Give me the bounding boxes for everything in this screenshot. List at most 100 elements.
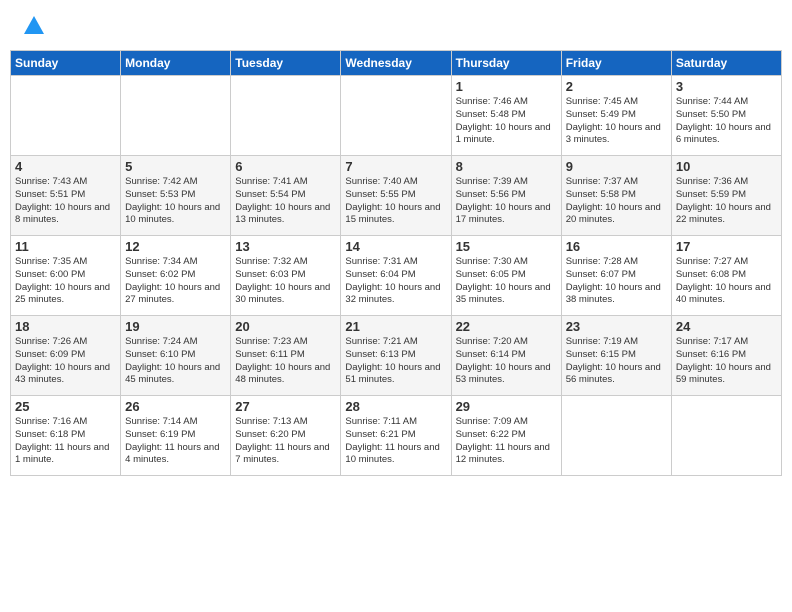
calendar-week-row: 18 Sunrise: 7:26 AM Sunset: 6:09 PM Dayli… [11,316,782,396]
calendar-cell [121,76,231,156]
calendar-cell: 17Sunrise: 7:27 AM Sunset: 6:08 PM Dayli… [671,236,781,316]
calendar-cell: 24 Sunrise: 7:17 AM Sunset: 6:16 PM Dayli… [671,316,781,396]
calendar-cell: 4Sunrise: 7:43 AM Sunset: 5:51 PM Daylig… [11,156,121,236]
day-info: Sunrise: 7:40 AM Sunset: 5:55 PM Dayligh… [345,176,446,227]
day-number: 26 [125,399,226,414]
day-info: Sunrise: 7:09 AM Sunset: 6:22 PM Dayligh… [456,416,557,467]
calendar-cell: 2 Sunrise: 7:45 AM Sunset: 5:49 PM Daylig… [561,76,671,156]
day-info: Sunrise: 7:30 AM Sunset: 6:05 PM Dayligh… [456,256,557,307]
day-number: 3 [676,79,777,94]
page-header [10,10,782,42]
calendar-cell: 13 Sunrise: 7:32 AM Sunset: 6:03 PM Dayli… [231,236,341,316]
calendar-cell: 7Sunrise: 7:40 AM Sunset: 5:55 PM Daylig… [341,156,451,236]
calendar-cell: 6 Sunrise: 7:41 AM Sunset: 5:54 PM Daylig… [231,156,341,236]
calendar-cell: 21 Sunrise: 7:21 AM Sunset: 6:13 PM Dayli… [341,316,451,396]
day-number: 9 [566,159,667,174]
day-info: Sunrise: 7:34 AM Sunset: 6:02 PM Dayligh… [125,256,226,307]
day-number: 14 [345,239,446,254]
calendar-week-row: 11 Sunrise: 7:35 AM Sunset: 6:00 PM Dayli… [11,236,782,316]
day-number: 12 [125,239,226,254]
calendar-cell: 23 Sunrise: 7:19 AM Sunset: 6:15 PM Dayli… [561,316,671,396]
day-info: Sunrise: 7:32 AM Sunset: 6:03 PM Dayligh… [235,256,336,307]
day-info: Sunrise: 7:17 AM Sunset: 6:16 PM Dayligh… [676,336,777,387]
day-number: 28 [345,399,446,414]
calendar-week-row: 1 Sunrise: 7:46 AM Sunset: 5:48 PM Daylig… [11,76,782,156]
calendar-cell: 18 Sunrise: 7:26 AM Sunset: 6:09 PM Dayli… [11,316,121,396]
day-number: 24 [676,319,777,334]
day-number: 22 [456,319,557,334]
calendar-cell: 27 Sunrise: 7:13 AM Sunset: 6:20 PM Dayli… [231,396,341,476]
calendar-cell: 12 Sunrise: 7:34 AM Sunset: 6:02 PM Dayli… [121,236,231,316]
calendar-cell: 11 Sunrise: 7:35 AM Sunset: 6:00 PM Dayli… [11,236,121,316]
day-number: 10 [676,159,777,174]
calendar-cell: 9Sunrise: 7:37 AM Sunset: 5:58 PM Daylig… [561,156,671,236]
day-number: 21 [345,319,446,334]
calendar-cell: 22 Sunrise: 7:20 AM Sunset: 6:14 PM Dayli… [451,316,561,396]
calendar-week-row: 25 Sunrise: 7:16 AM Sunset: 6:18 PM Dayli… [11,396,782,476]
calendar-cell: 1 Sunrise: 7:46 AM Sunset: 5:48 PM Daylig… [451,76,561,156]
calendar-cell: 25 Sunrise: 7:16 AM Sunset: 6:18 PM Dayli… [11,396,121,476]
calendar-cell: 20 Sunrise: 7:23 AM Sunset: 6:11 PM Dayli… [231,316,341,396]
day-of-week-header: Monday [121,51,231,76]
day-of-week-header: Saturday [671,51,781,76]
logo [18,14,46,38]
day-info: Sunrise: 7:11 AM Sunset: 6:21 PM Dayligh… [345,416,446,467]
calendar-cell: 16Sunrise: 7:28 AM Sunset: 6:07 PM Dayli… [561,236,671,316]
calendar-cell [671,396,781,476]
day-number: 2 [566,79,667,94]
calendar-cell: 28 Sunrise: 7:11 AM Sunset: 6:21 PM Dayli… [341,396,451,476]
day-info: Sunrise: 7:41 AM Sunset: 5:54 PM Dayligh… [235,176,336,227]
day-number: 5 [125,159,226,174]
day-info: Sunrise: 7:21 AM Sunset: 6:13 PM Dayligh… [345,336,446,387]
day-info: Sunrise: 7:14 AM Sunset: 6:19 PM Dayligh… [125,416,226,467]
calendar-cell: 3Sunrise: 7:44 AM Sunset: 5:50 PM Daylig… [671,76,781,156]
calendar-week-row: 4Sunrise: 7:43 AM Sunset: 5:51 PM Daylig… [11,156,782,236]
calendar-cell: 10 Sunrise: 7:36 AM Sunset: 5:59 PM Dayli… [671,156,781,236]
day-info: Sunrise: 7:39 AM Sunset: 5:56 PM Dayligh… [456,176,557,227]
day-info: Sunrise: 7:24 AM Sunset: 6:10 PM Dayligh… [125,336,226,387]
day-number: 25 [15,399,116,414]
day-info: Sunrise: 7:20 AM Sunset: 6:14 PM Dayligh… [456,336,557,387]
day-number: 18 [15,319,116,334]
day-info: Sunrise: 7:26 AM Sunset: 6:09 PM Dayligh… [15,336,116,387]
calendar-cell [231,76,341,156]
calendar-cell: 8 Sunrise: 7:39 AM Sunset: 5:56 PM Daylig… [451,156,561,236]
day-number: 15 [456,239,557,254]
day-info: Sunrise: 7:46 AM Sunset: 5:48 PM Dayligh… [456,96,557,147]
day-number: 16 [566,239,667,254]
day-info: Sunrise: 7:45 AM Sunset: 5:49 PM Dayligh… [566,96,667,147]
day-of-week-header: Wednesday [341,51,451,76]
calendar-cell: 14 Sunrise: 7:31 AM Sunset: 6:04 PM Dayli… [341,236,451,316]
day-number: 4 [15,159,116,174]
day-number: 6 [235,159,336,174]
day-info: Sunrise: 7:36 AM Sunset: 5:59 PM Dayligh… [676,176,777,227]
day-info: Sunrise: 7:13 AM Sunset: 6:20 PM Dayligh… [235,416,336,467]
calendar-cell: 26 Sunrise: 7:14 AM Sunset: 6:19 PM Dayli… [121,396,231,476]
day-info: Sunrise: 7:31 AM Sunset: 6:04 PM Dayligh… [345,256,446,307]
logo-icon [22,14,46,38]
day-of-week-header: Tuesday [231,51,341,76]
day-info: Sunrise: 7:27 AM Sunset: 6:08 PM Dayligh… [676,256,777,307]
day-info: Sunrise: 7:19 AM Sunset: 6:15 PM Dayligh… [566,336,667,387]
day-number: 20 [235,319,336,334]
day-number: 13 [235,239,336,254]
calendar-cell: 5 Sunrise: 7:42 AM Sunset: 5:53 PM Daylig… [121,156,231,236]
day-number: 8 [456,159,557,174]
day-number: 1 [456,79,557,94]
day-of-week-header: Thursday [451,51,561,76]
day-of-week-header: Friday [561,51,671,76]
day-of-week-header: Sunday [11,51,121,76]
day-info: Sunrise: 7:35 AM Sunset: 6:00 PM Dayligh… [15,256,116,307]
day-number: 27 [235,399,336,414]
day-number: 11 [15,239,116,254]
day-info: Sunrise: 7:23 AM Sunset: 6:11 PM Dayligh… [235,336,336,387]
day-info: Sunrise: 7:16 AM Sunset: 6:18 PM Dayligh… [15,416,116,467]
day-info: Sunrise: 7:42 AM Sunset: 5:53 PM Dayligh… [125,176,226,227]
calendar-header-row: SundayMondayTuesdayWednesdayThursdayFrid… [11,51,782,76]
calendar-cell: 19 Sunrise: 7:24 AM Sunset: 6:10 PM Dayli… [121,316,231,396]
calendar-cell: 15 Sunrise: 7:30 AM Sunset: 6:05 PM Dayli… [451,236,561,316]
calendar-cell [11,76,121,156]
day-number: 19 [125,319,226,334]
day-number: 23 [566,319,667,334]
day-number: 29 [456,399,557,414]
